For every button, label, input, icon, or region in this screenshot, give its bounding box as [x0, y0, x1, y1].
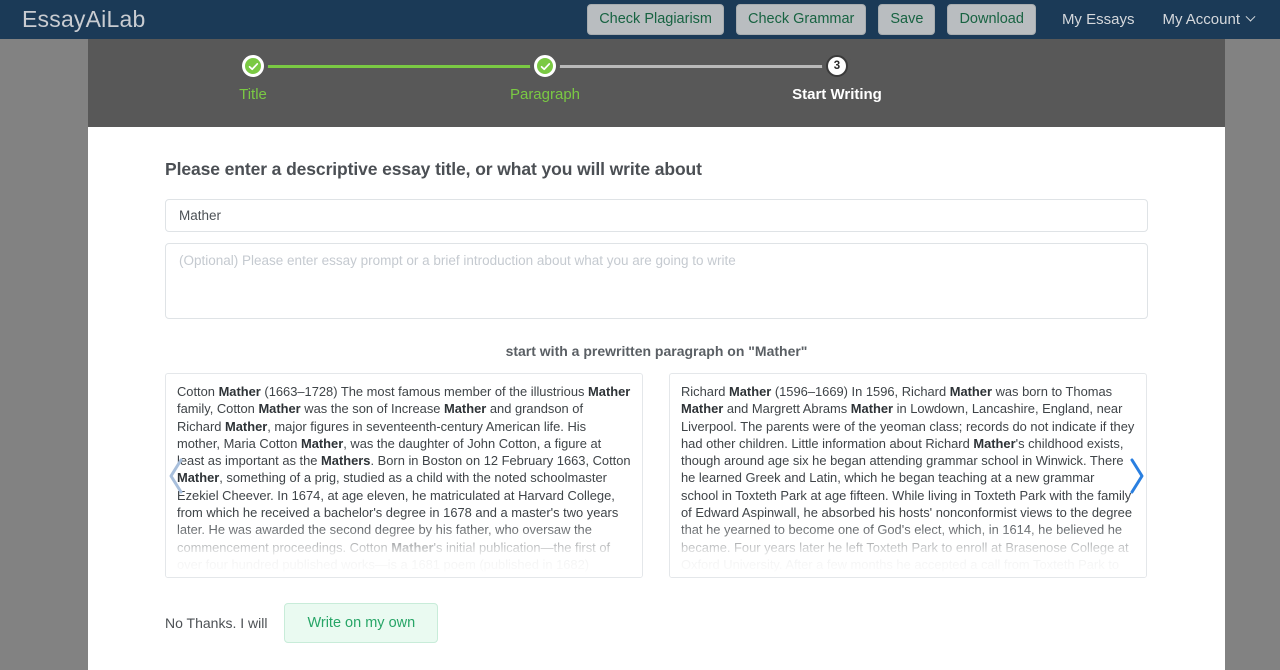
carousel-prev-button[interactable]: [159, 448, 193, 504]
chevron-right-icon: [1126, 456, 1148, 496]
page-container: Title Paragraph 3 Start Writing Please e…: [88, 39, 1225, 670]
footer-actions: No Thanks. I will Write on my own: [165, 603, 1148, 643]
app-logo[interactable]: EssayAiLab: [22, 6, 145, 33]
stepper-step-paragraph[interactable]: Paragraph: [465, 39, 625, 103]
my-essays-link[interactable]: My Essays: [1048, 11, 1149, 28]
check-plagiarism-button[interactable]: Check Plagiarism: [587, 3, 725, 36]
check-grammar-button[interactable]: Check Grammar: [736, 3, 867, 36]
stepper-label-start-writing: Start Writing: [792, 86, 882, 103]
my-account-label: My Account: [1162, 11, 1240, 28]
check-icon: [534, 55, 556, 77]
download-button[interactable]: Download: [947, 3, 1036, 36]
essay-prompt-textarea[interactable]: [165, 243, 1148, 319]
progress-stepper: Title Paragraph 3 Start Writing: [88, 39, 1225, 127]
stepper-step-title[interactable]: Title: [173, 39, 333, 103]
chevron-down-icon: [1245, 11, 1256, 22]
essay-title-input[interactable]: [165, 199, 1148, 232]
my-account-menu[interactable]: My Account: [1148, 11, 1268, 28]
my-essays-label: My Essays: [1061, 11, 1135, 28]
carousel-next-button[interactable]: [1120, 448, 1154, 504]
top-navbar: EssayAiLab Check Plagiarism Check Gramma…: [0, 0, 1280, 39]
save-button[interactable]: Save: [878, 3, 936, 36]
prewritten-paragraph-card-2[interactable]: Richard Mather (1596–1669) In 1596, Rich…: [669, 373, 1147, 578]
main-content: Please enter a descriptive essay title, …: [88, 159, 1225, 643]
stepper-label-paragraph: Paragraph: [509, 86, 581, 103]
paragraph-card-text: Richard Mather (1596–1669) In 1596, Rich…: [681, 384, 1135, 577]
navbar-actions: Check Plagiarism Check Grammar Save Down…: [587, 0, 1280, 39]
prewritten-paragraph-carousel: Cotton Mather (1663–1728) The most famou…: [165, 373, 1148, 578]
check-icon: [242, 55, 264, 77]
stepper-step-start-writing[interactable]: 3 Start Writing: [757, 39, 917, 103]
prewritten-paragraph-heading: start with a prewritten paragraph on "Ma…: [505, 343, 808, 359]
stepper-label-title: Title: [239, 86, 267, 103]
page-title: Please enter a descriptive essay title, …: [165, 159, 702, 179]
chevron-left-icon: [165, 456, 187, 496]
step-number-badge: 3: [826, 55, 848, 77]
paragraph-card-text: Cotton Mather (1663–1728) The most famou…: [177, 384, 631, 577]
write-on-my-own-button[interactable]: Write on my own: [284, 603, 439, 643]
no-thanks-label: No Thanks. I will: [165, 615, 268, 631]
prewritten-paragraph-card-1[interactable]: Cotton Mather (1663–1728) The most famou…: [165, 373, 643, 578]
